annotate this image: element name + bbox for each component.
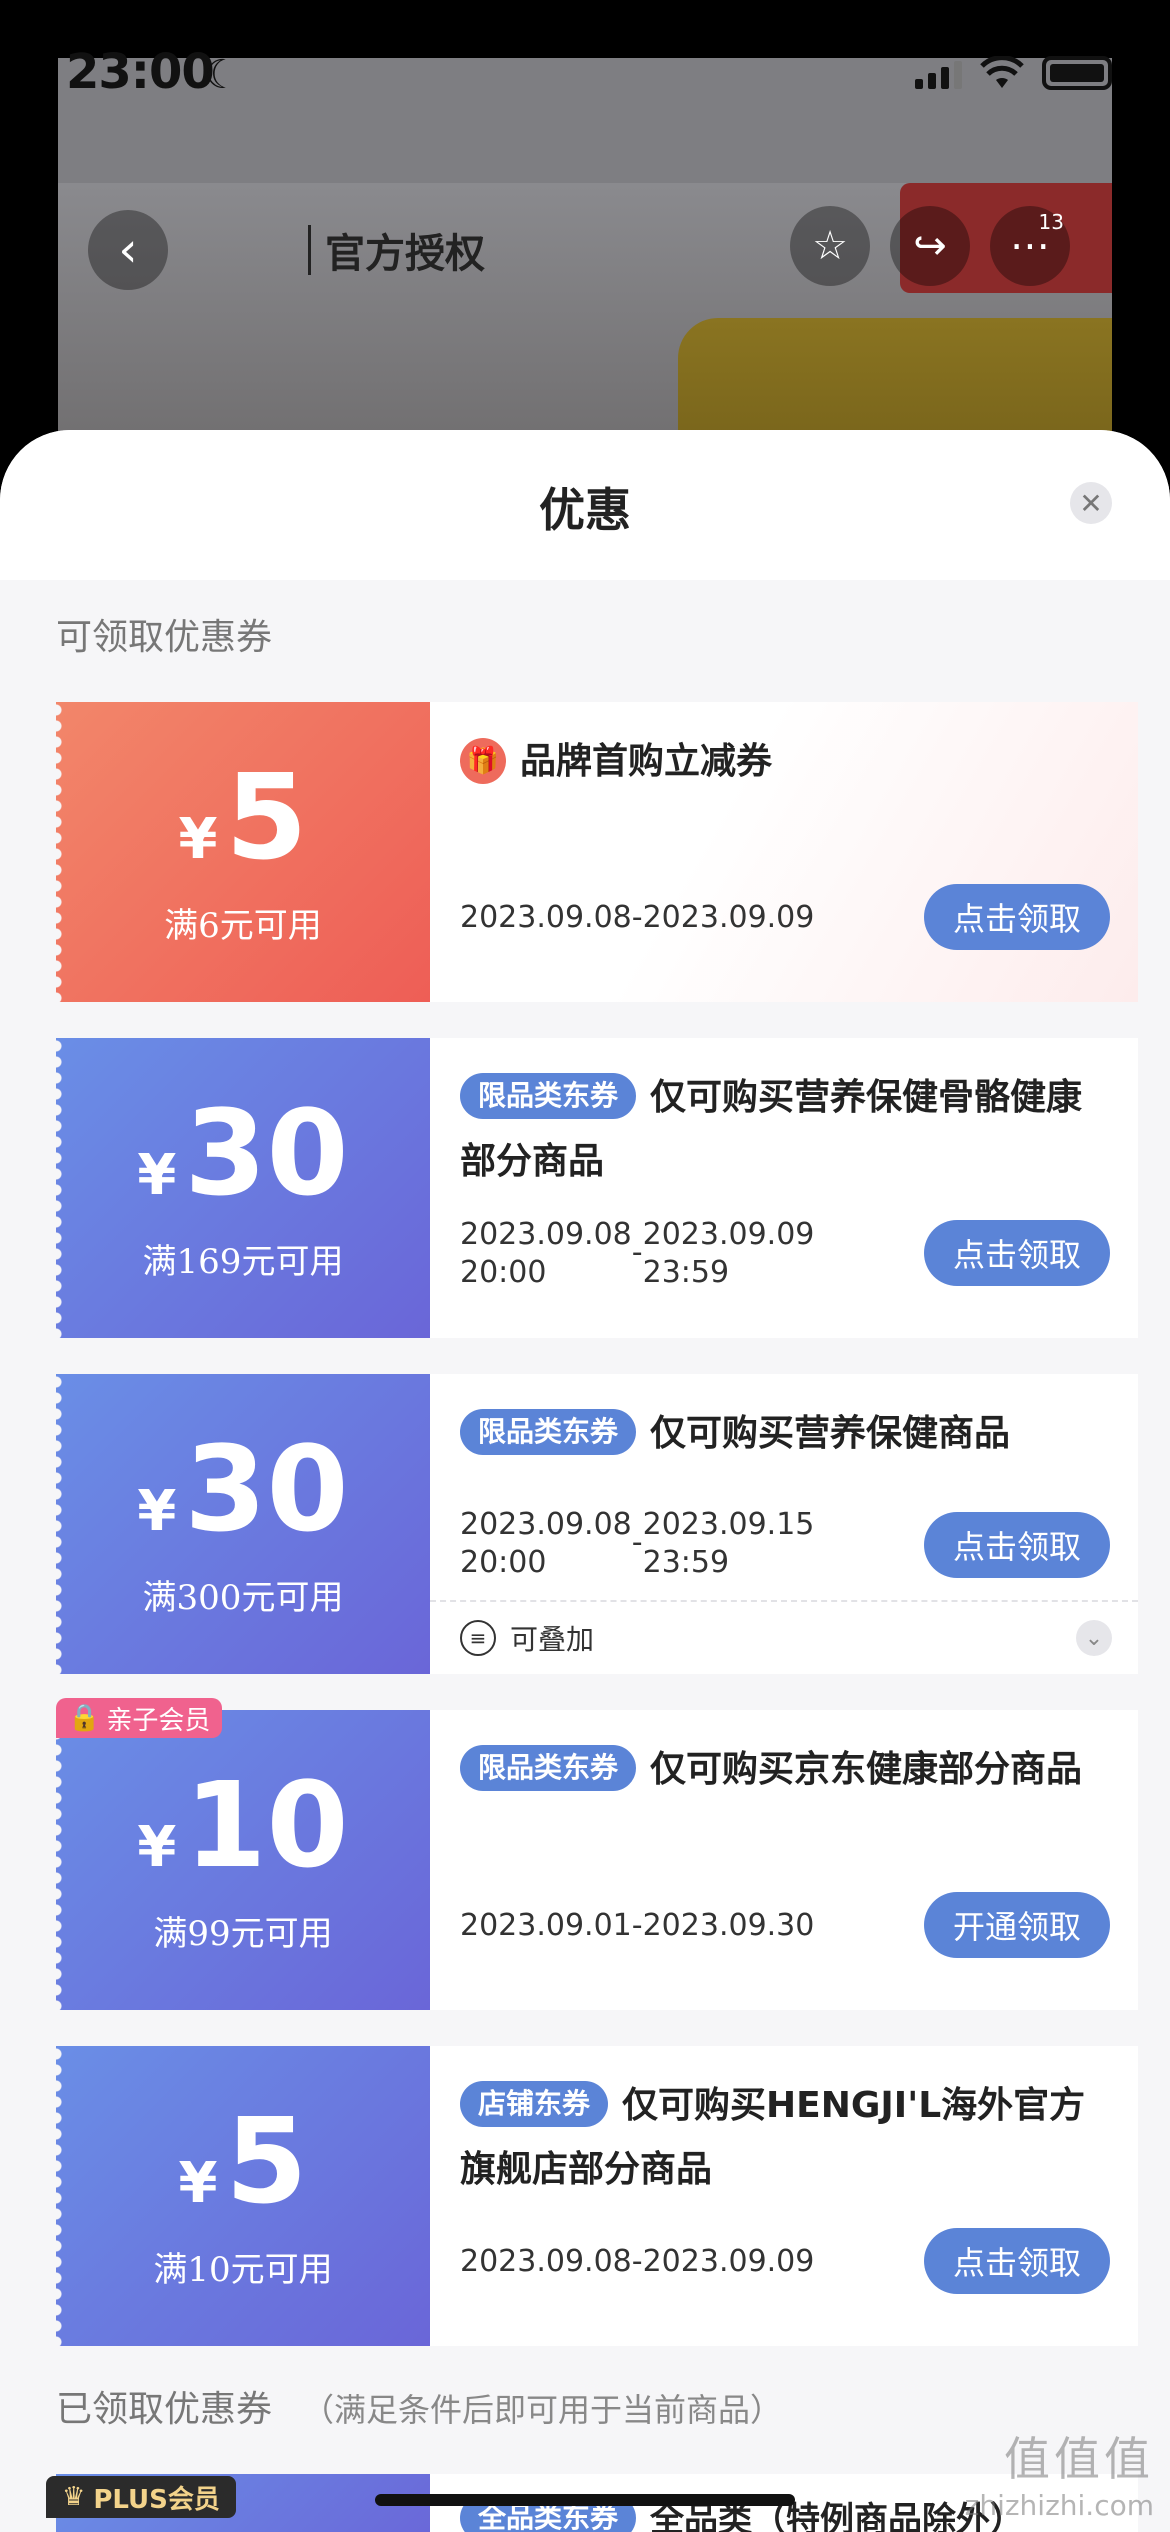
close-icon[interactable]: ✕: [1070, 482, 1112, 524]
coupon-card: ¥5 满6元可用 🎁 品牌首购立减券 2023.09.08-2023.09.09 …: [56, 702, 1138, 1002]
coupon-value-panel: ¥5 满6元可用: [56, 702, 430, 1002]
coupon-amount: ¥5: [178, 747, 308, 886]
coupon-threshold: 满169元可用: [142, 1241, 344, 1282]
coupon-title: 限品类东券 仅可购买营养保健骨骼健康 部分商品: [460, 1066, 1110, 1194]
coupon-threshold: 满99元可用: [153, 1913, 333, 1954]
coupon-value-panel: ¥30 满169元可用: [56, 1038, 430, 1338]
favorite-star-icon[interactable]: ☆: [790, 206, 870, 286]
claim-button[interactable]: 点击领取: [924, 1512, 1110, 1578]
claim-button[interactable]: 点击领取: [924, 2228, 1110, 2294]
claimed-note: （满足条件后即可用于当前商品）: [302, 2391, 783, 2429]
moon-icon: ☾: [204, 52, 240, 98]
coupon-tag: 店铺东券: [460, 2081, 609, 2127]
open-claim-button[interactable]: 开通领取: [924, 1892, 1110, 1958]
share-icon[interactable]: ↪: [890, 206, 970, 286]
lock-icon: 🔒: [68, 1703, 101, 1733]
coupon-card: 🔒 亲子会员 ¥10 满99元可用 限品类东券 仅可购买京东健康部分商品 2023.…: [56, 1698, 1138, 2010]
coupon-sheet: 优惠 ✕ 可领取优惠券 ¥5 满6元可用 🎁 品牌首购立减券 2023.09.08…: [0, 430, 1170, 2532]
coupon-date: 2023.09.08 20:00 - 2023.09.15 23:59: [460, 1507, 815, 1580]
signal-icon: [915, 57, 962, 89]
badge-count: 13: [1038, 210, 1064, 234]
coupon-date: 2023.09.08 20:00 - 2023.09.09 23:59: [460, 1217, 815, 1290]
coupon-value-panel: 🔒 亲子会员 ¥10 满99元可用: [56, 1698, 430, 2010]
gift-icon: 🎁: [460, 738, 506, 784]
authorized-label: 官方授权: [325, 231, 485, 277]
coupon-threshold: 满300元可用: [142, 1577, 344, 1618]
status-icons: [915, 56, 1112, 90]
coupon-threshold: 满6元可用: [164, 905, 322, 946]
coupon-value-panel: ¥30 满300元可用: [56, 1374, 430, 1674]
coupon-tag: 限品类东券: [460, 1745, 637, 1791]
coupon-amount: ¥30: [137, 1419, 349, 1558]
back-button[interactable]: ‹: [88, 210, 168, 290]
brand-header: wisse ‹ 官方授权: [88, 210, 485, 290]
plus-member-badge: ♛ PLUS会员: [46, 2476, 236, 2518]
home-indicator[interactable]: [375, 2494, 795, 2506]
coupon-info: 🎁 品牌首购立减券 2023.09.08-2023.09.09 点击领取: [430, 702, 1138, 1002]
available-coupons-label: 可领取优惠券: [56, 617, 273, 658]
status-bar: 23:00 ☾: [0, 0, 1170, 120]
coupon-date: 2023.09.08-2023.09.09: [460, 900, 815, 935]
coupon-amount: ¥30: [137, 1083, 349, 1222]
crown-icon: ♛: [62, 2482, 86, 2512]
coupon-amount: ¥5: [178, 2091, 308, 2230]
stackable-label: 可叠加: [510, 1623, 595, 1656]
coupon-card: ¥5 满10元可用 店铺东券 仅可购买HENGJI'L海外官方 旗舰店部分商品 20…: [56, 2046, 1138, 2346]
coupon-tag: 限品类东券: [460, 1409, 637, 1455]
coupon-title: 限品类东券 仅可购买京东健康部分商品: [460, 1738, 1110, 1802]
sheet-title: 优惠: [539, 483, 631, 537]
coupon-date: 2023.09.01-2023.09.30: [460, 1908, 815, 1943]
coupon-card: ¥30 满300元可用 限品类东券 仅可购买营养保健商品 2023.09.08 20…: [56, 1374, 1138, 1674]
coupon-date: 2023.09.08-2023.09.09: [460, 2244, 815, 2279]
battery-icon: [1042, 56, 1112, 90]
coupon-value-panel: ¥5 满10元可用: [56, 2046, 430, 2346]
coupon-amount: ¥10: [137, 1755, 349, 1894]
brand-divider: [308, 225, 311, 275]
coupon-info: 限品类东券 仅可购买营养保健商品 2023.09.08 20:00 - 2023.0…: [430, 1374, 1138, 1674]
coupon-card: ¥30 满169元可用 限品类东券 仅可购买营养保健骨骼健康 部分商品 2023.0…: [56, 1038, 1138, 1338]
stackable-row[interactable]: ≡ 可叠加 ⌄: [430, 1600, 1138, 1674]
watermark: 值值值 zhizhizhi.com: [964, 2432, 1154, 2522]
stack-icon: ≡: [460, 1620, 496, 1656]
coupon-threshold: 满10元可用: [153, 2249, 333, 2290]
chevron-down-icon[interactable]: ⌄: [1076, 1620, 1112, 1656]
status-time: 23:00: [66, 44, 215, 100]
more-icon[interactable]: ⋯ 13: [990, 206, 1070, 286]
coupon-info: 店铺东券 仅可购买HENGJI'L海外官方 旗舰店部分商品 2023.09.08-2…: [430, 2046, 1138, 2346]
claim-button[interactable]: 点击领取: [924, 1220, 1110, 1286]
coupon-info: 限品类东券 仅可购买营养保健骨骼健康 部分商品 2023.09.08 20:00 - …: [430, 1038, 1138, 1338]
coupon-info: 限品类东券 仅可购买京东健康部分商品 2023.09.01-2023.09.30 …: [430, 1710, 1138, 2010]
coupon-tag: 限品类东券: [460, 1073, 637, 1119]
claim-button[interactable]: 点击领取: [924, 884, 1110, 950]
wifi-icon: [980, 56, 1024, 88]
member-badge: 🔒 亲子会员: [56, 1698, 223, 1738]
sheet-header: 优惠 ✕: [0, 430, 1170, 580]
coupon-title: 🎁 品牌首购立减券: [460, 730, 1110, 794]
claimed-coupons-label: 已领取优惠券 （满足条件后即可用于当前商品）: [56, 2389, 783, 2430]
coupon-title: 限品类东券 仅可购买营养保健商品: [460, 1402, 1110, 1466]
top-actions: ☆ ↪ ⋯ 13: [790, 206, 1070, 286]
coupon-title: 店铺东券 仅可购买HENGJI'L海外官方 旗舰店部分商品: [460, 2074, 1110, 2202]
